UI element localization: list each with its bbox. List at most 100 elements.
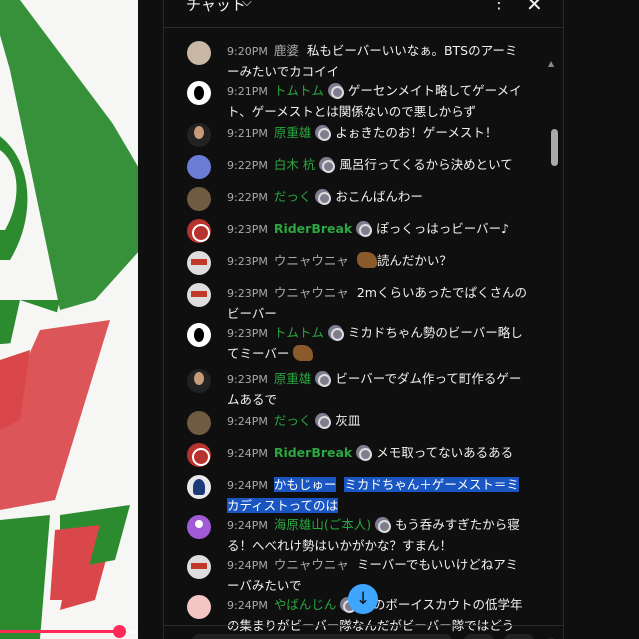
avatar[interactable] xyxy=(187,475,211,499)
message-body: 9:23PM 原重雄 ビーバーでダム作って町作るゲームあるで xyxy=(227,369,527,410)
emoji-button[interactable] xyxy=(464,634,494,639)
close-icon[interactable]: ✕ xyxy=(526,0,543,16)
message-text: ビーバーでダム作って町作るゲームあるで xyxy=(227,371,522,407)
jump-to-latest-button[interactable]: ↓ xyxy=(348,584,378,614)
message-text: おこんばんわー xyxy=(335,189,423,204)
member-badge-icon xyxy=(327,325,344,341)
message-author[interactable]: RiderBreak xyxy=(274,445,352,460)
message-time: 9:21PM xyxy=(227,127,268,140)
message-time: 9:24PM xyxy=(227,599,268,612)
message-body: 9:24PM かもじゅー ミカドちゃん＋ゲーメスト＝ミカディストってのは xyxy=(227,475,527,516)
member-badge-icon xyxy=(315,189,332,205)
avatar[interactable] xyxy=(187,411,211,435)
progress-scrubber-handle[interactable] xyxy=(113,625,126,638)
message-author[interactable]: かもじゅー xyxy=(273,477,337,492)
chat-title[interactable]: チャット xyxy=(186,0,246,15)
message-author[interactable]: だっく xyxy=(274,189,312,204)
message-author[interactable]: 原重雄 xyxy=(274,125,312,140)
message-body: 9:23PM ウニャウニャ 2mくらいあったでぱくさんのビーバー xyxy=(227,283,527,324)
message-text: 2mくらいあったでぱくさんのビーバー xyxy=(227,285,527,321)
scrollbar-thumb[interactable] xyxy=(551,129,558,166)
avatar[interactable] xyxy=(187,219,211,243)
avatar[interactable] xyxy=(187,41,211,65)
chevron-down-icon[interactable]: ⌵ xyxy=(242,0,252,10)
message-time: 9:24PM xyxy=(227,479,268,492)
message-author[interactable]: だっく xyxy=(274,413,312,428)
member-badge-icon xyxy=(315,371,332,387)
avatar[interactable] xyxy=(187,251,211,275)
message-text: メモ取ってないあるある xyxy=(376,445,514,460)
avatar[interactable] xyxy=(187,323,211,347)
message-body: 9:23PM RiderBreak ぽっくっはっビーバー♪ xyxy=(227,219,527,240)
message-body: 9:21PM 原重雄 よぉきたのお！ゲーメスト！ xyxy=(227,123,527,144)
avatar[interactable] xyxy=(187,155,211,179)
message-author[interactable]: トムトム xyxy=(274,325,324,340)
message-author[interactable]: 原重雄 xyxy=(274,371,312,386)
message-text: ゲーセンメイト略してゲーメイト、ゲーメストとは関係ないので悪しからず xyxy=(227,83,522,119)
message-author[interactable]: ウニャウニャ xyxy=(274,557,349,572)
message-text: 読んだかい？ xyxy=(376,253,452,268)
member-badge-icon xyxy=(327,83,344,99)
message-author[interactable]: RiderBreak xyxy=(274,221,352,236)
message-author[interactable]: 白木 杭 xyxy=(274,157,315,172)
avatar[interactable] xyxy=(187,369,211,393)
member-badge-icon xyxy=(375,517,392,533)
avatar[interactable] xyxy=(187,81,211,105)
message-body: 9:24PM だっく 灰皿 xyxy=(227,411,527,432)
message-text: ぽっくっはっビーバー♪ xyxy=(376,221,510,236)
message-time: 9:23PM xyxy=(227,287,268,300)
message-text: 私もビーバーいいなぁ。BTSのアーミーみたいでカコイイ xyxy=(227,43,518,79)
message-author[interactable]: トムトム xyxy=(274,83,324,98)
divider xyxy=(138,0,163,639)
message-time: 9:24PM xyxy=(227,559,268,572)
message-author[interactable]: 鹿婆 xyxy=(274,43,299,58)
beaver-emoji-icon xyxy=(356,252,377,268)
message-time: 9:20PM xyxy=(227,45,268,58)
message-time: 9:22PM xyxy=(227,159,268,172)
message-body: 9:24PM RiderBreak メモ取ってないあるある xyxy=(227,443,527,464)
chat-message-list: 9:20PM 鹿婆 私もビーバーいいなぁ。BTSのアーミーみたいでカコイイ 9:2… xyxy=(164,29,558,639)
scroll-up-arrow-icon[interactable]: ▲ xyxy=(548,59,554,68)
message-text: よぉきたのお！ゲーメスト！ xyxy=(335,125,498,140)
message-body: 9:23PM ウニャウニャ 読んだかい？ xyxy=(227,251,527,272)
message-text: 風呂行ってくるから決めといて xyxy=(339,157,513,172)
member-badge-icon xyxy=(356,221,373,237)
video-player[interactable] xyxy=(0,0,138,639)
message-time: 9:23PM xyxy=(227,373,268,386)
avatar[interactable] xyxy=(187,123,211,147)
more-options-icon[interactable]: ⋮ xyxy=(491,0,507,12)
message-body: 9:22PM だっく おこんばんわー xyxy=(227,187,527,208)
message-time: 9:23PM xyxy=(227,255,268,268)
member-badge-icon xyxy=(356,445,373,461)
live-chat-panel: チャット ⌵ ⋮ ✕ 9:20PM 鹿婆 私もビーバーいいなぁ。BTSのアーミーみ… xyxy=(163,0,564,639)
progress-bar-played[interactable] xyxy=(0,630,120,633)
message-author[interactable]: 海原雄山(ご本人) xyxy=(274,517,371,532)
message-text: ミカドちゃん勢のビーバー略してミーバー xyxy=(227,325,523,361)
chat-input-area xyxy=(164,625,563,639)
message-time: 9:21PM xyxy=(227,85,268,98)
member-badge-icon xyxy=(319,157,336,173)
avatar[interactable] xyxy=(187,443,211,467)
page-background xyxy=(564,0,639,639)
message-text: ミカドちゃん＋ゲーメスト＝ミカディストってのは xyxy=(227,477,519,513)
message-time: 9:24PM xyxy=(227,447,268,460)
member-badge-icon xyxy=(315,413,332,429)
avatar[interactable] xyxy=(187,187,211,211)
message-author[interactable]: やばんじん xyxy=(274,597,337,612)
member-badge-icon xyxy=(315,125,332,141)
avatar[interactable] xyxy=(187,515,211,539)
message-text: 灰皿 xyxy=(335,413,361,428)
avatar[interactable] xyxy=(187,595,211,619)
avatar[interactable] xyxy=(187,283,211,307)
chat-header: チャット ⌵ ⋮ ✕ xyxy=(164,0,563,28)
message-time: 9:23PM xyxy=(227,223,268,236)
progress-bar-remaining[interactable] xyxy=(126,630,138,633)
message-body: 9:20PM 鹿婆 私もビーバーいいなぁ。BTSのアーミーみたいでカコイイ xyxy=(227,41,527,82)
avatar[interactable] xyxy=(187,555,211,579)
message-body: 9:24PM 海原雄山(ご本人) もう呑みすぎたから寝る！へべれけ勢はいかがかな？す… xyxy=(227,515,527,556)
message-author[interactable]: ウニャウニャ xyxy=(274,285,349,300)
send-button[interactable] xyxy=(504,634,534,639)
message-time: 9:24PM xyxy=(227,415,268,428)
chat-input-field[interactable] xyxy=(192,634,452,639)
message-author[interactable]: ウニャウニャ xyxy=(274,253,349,268)
